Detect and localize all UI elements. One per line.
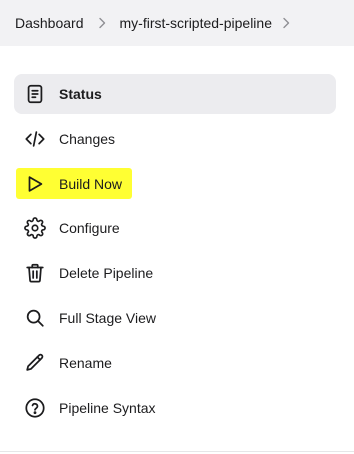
- menu-item-status[interactable]: Status: [14, 74, 336, 114]
- menu-item-label: Status: [59, 86, 102, 102]
- menu-item-label: Rename: [59, 354, 112, 371]
- breadcrumb-item-dashboard[interactable]: Dashboard: [15, 15, 84, 31]
- menu-item-label: Full Stage View: [59, 309, 157, 326]
- search-icon: [24, 307, 46, 329]
- pencil-icon: [24, 352, 46, 374]
- menu-item-label: Changes: [59, 130, 116, 147]
- trash-icon: [24, 262, 46, 284]
- menu-item-delete-pipeline[interactable]: Delete Pipeline: [14, 253, 336, 293]
- menu-item-changes[interactable]: Changes: [14, 119, 336, 159]
- menu-item-configure[interactable]: Configure: [14, 208, 336, 248]
- code-icon: [24, 128, 46, 150]
- menu-item-label: Build Now: [59, 175, 123, 192]
- menu-item-label: Delete Pipeline: [59, 265, 154, 282]
- side-panel-menu: Status Changes Build Now Configure Delet…: [14, 74, 336, 432]
- divider: [0, 451, 354, 452]
- breadcrumb-item-pipeline[interactable]: my-first-scripted-pipeline: [120, 15, 272, 31]
- breadcrumb: Dashboard my-first-scripted-pipeline: [0, 0, 354, 46]
- menu-item-label: Pipeline Syntax: [59, 399, 156, 416]
- chevron-right-icon: [84, 15, 120, 31]
- help-circle-icon: [24, 397, 46, 419]
- document-icon: [24, 83, 46, 105]
- menu-item-rename[interactable]: Rename: [14, 343, 336, 383]
- gear-icon: [24, 217, 46, 240]
- play-icon: [24, 173, 46, 195]
- menu-item-full-stage-view[interactable]: Full Stage View: [14, 298, 336, 338]
- menu-item-label: Configure: [59, 220, 120, 237]
- menu-item-build-now[interactable]: Build Now: [14, 164, 336, 204]
- chevron-right-icon[interactable]: [272, 15, 300, 31]
- menu-item-pipeline-syntax[interactable]: Pipeline Syntax: [14, 388, 336, 428]
